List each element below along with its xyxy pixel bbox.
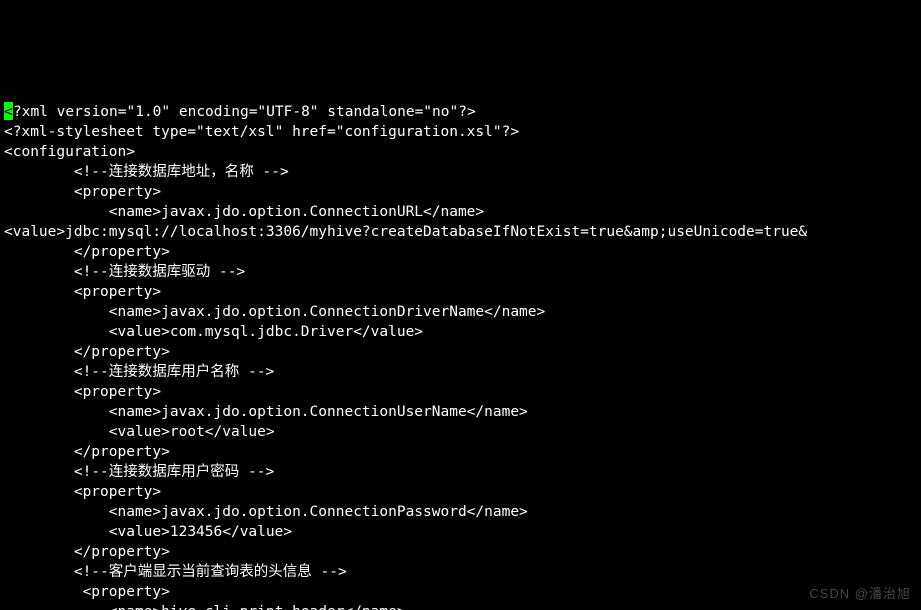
- code-line: <name>javax.jdo.option.ConnectionUserNam…: [4, 402, 917, 422]
- code-line: <value>jdbc:mysql://localhost:3306/myhiv…: [4, 222, 917, 242]
- code-line: <!--连接数据库用户名称 -->: [4, 362, 917, 382]
- code-line: <?xml-stylesheet type="text/xsl" href="c…: [4, 122, 917, 142]
- code-line: <property>: [4, 182, 917, 202]
- code-line: <name>javax.jdo.option.ConnectionPasswor…: [4, 502, 917, 522]
- code-line: </property>: [4, 542, 917, 562]
- code-line: <property>: [4, 282, 917, 302]
- text-cursor: <: [4, 102, 13, 120]
- code-line: <name>javax.jdo.option.ConnectionDriverN…: [4, 302, 917, 322]
- code-line: <value>123456</value>: [4, 522, 917, 542]
- code-line: <name>javax.jdo.option.ConnectionURL</na…: [4, 202, 917, 222]
- code-line: <value>com.mysql.jdbc.Driver</value>: [4, 322, 917, 342]
- code-line: <name>hive.cli.print.header</name>: [4, 602, 917, 610]
- code-line: </property>: [4, 442, 917, 462]
- code-line: <?xml version="1.0" encoding="UTF-8" sta…: [4, 102, 917, 122]
- code-line: <property>: [4, 482, 917, 502]
- code-line: <configuration>: [4, 142, 917, 162]
- code-line: <!--连接数据库驱动 -->: [4, 262, 917, 282]
- code-line: </property>: [4, 342, 917, 362]
- code-line: <property>: [4, 582, 917, 602]
- code-line: <!--连接数据库地址，名称 -->: [4, 162, 917, 182]
- code-line: <!--连接数据库用户密码 -->: [4, 462, 917, 482]
- code-line: </property>: [4, 242, 917, 262]
- code-line: <!--客户端显示当前查询表的头信息 -->: [4, 562, 917, 582]
- code-block: <?xml version="1.0" encoding="UTF-8" sta…: [0, 100, 921, 610]
- code-line: <value>root</value>: [4, 422, 917, 442]
- code-line: <property>: [4, 382, 917, 402]
